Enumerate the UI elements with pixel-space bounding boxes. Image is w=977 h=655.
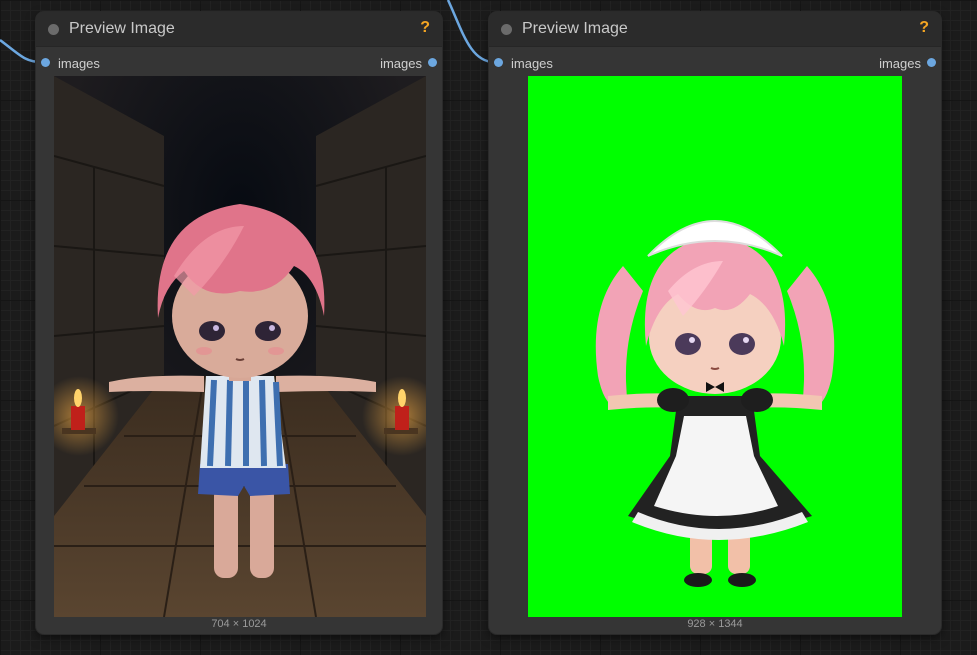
output-slot-label: images bbox=[879, 56, 921, 71]
preview-image bbox=[528, 76, 902, 617]
wire-to-left-node bbox=[0, 39, 42, 64]
help-icon[interactable]: ? bbox=[420, 19, 430, 37]
preview-image-node-1[interactable]: Preview Image ? images images 704 × 1024 bbox=[36, 12, 442, 634]
input-slot-label: images bbox=[511, 56, 553, 71]
help-icon[interactable]: ? bbox=[919, 19, 929, 37]
dungeon-chibi-image bbox=[54, 76, 426, 617]
output-slot-label: images bbox=[380, 56, 422, 71]
output-slot-dot-icon[interactable] bbox=[428, 58, 437, 67]
maid-chibi-image bbox=[528, 76, 902, 617]
image-dimensions-label: 928 × 1344 bbox=[687, 618, 743, 630]
slot-row: images images bbox=[489, 56, 941, 72]
image-dimensions-label: 704 × 1024 bbox=[211, 618, 267, 630]
preview-image bbox=[54, 76, 426, 617]
node-title: Preview Image bbox=[522, 20, 628, 37]
node-header[interactable]: Preview Image ? bbox=[489, 12, 941, 47]
input-slot-dot-icon[interactable] bbox=[41, 58, 50, 67]
input-slot-label: images bbox=[58, 56, 100, 71]
collapse-toggle-icon[interactable] bbox=[501, 24, 512, 35]
slot-row: images images bbox=[36, 56, 442, 72]
output-slot-dot-icon[interactable] bbox=[927, 58, 936, 67]
preview-image-node-2[interactable]: Preview Image ? images images 928 × 1344 bbox=[489, 12, 941, 634]
input-slot-dot-icon[interactable] bbox=[494, 58, 503, 67]
collapse-toggle-icon[interactable] bbox=[48, 24, 59, 35]
node-title: Preview Image bbox=[69, 20, 175, 37]
wire-to-right-node bbox=[446, 0, 495, 64]
node-header[interactable]: Preview Image ? bbox=[36, 12, 442, 47]
